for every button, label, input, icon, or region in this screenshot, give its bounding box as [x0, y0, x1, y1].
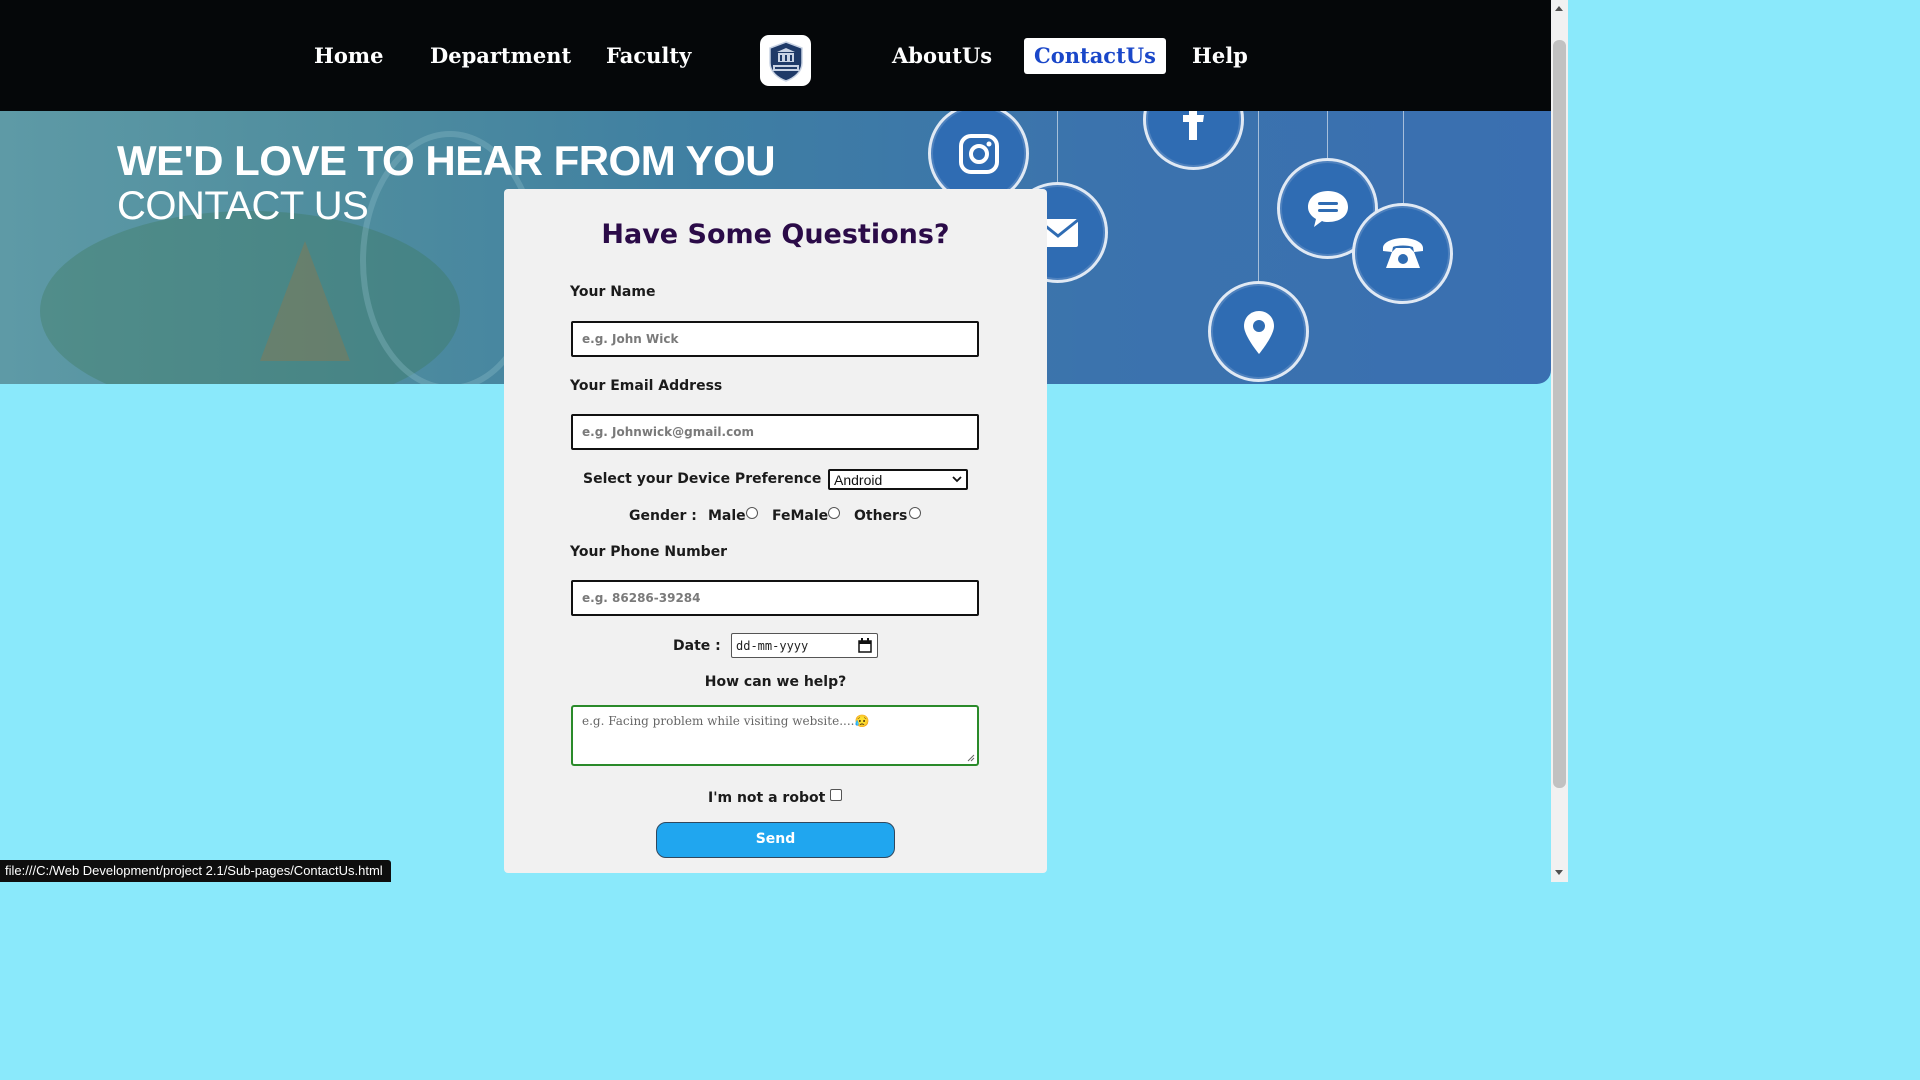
date-input[interactable]: dd-mm-yyyy [731, 633, 878, 658]
email-label: Your Email Address [570, 378, 723, 394]
gender-female-radio[interactable] [828, 507, 840, 519]
nav-faculty[interactable]: Faculty [596, 38, 701, 74]
nav-contactus[interactable]: ContactUs [1024, 38, 1166, 74]
phone-input[interactable] [571, 580, 979, 616]
contact-form: Have Some Questions? Your Name Your Emai… [504, 189, 1047, 873]
gender-label: Gender : [629, 508, 697, 524]
vertical-scrollbar[interactable] [1551, 0, 1568, 882]
scroll-up-icon[interactable] [1555, 6, 1563, 11]
phone-icon[interactable] [1352, 203, 1453, 304]
send-button[interactable]: Send [656, 822, 895, 858]
gender-female-label: FeMale [772, 508, 829, 524]
calendar-icon[interactable] [858, 638, 872, 653]
device-select[interactable]: Android [828, 469, 968, 490]
help-label: How can we help? [704, 674, 847, 690]
form-title: Have Some Questions? [601, 219, 950, 250]
name-input[interactable] [571, 321, 979, 357]
nav-aboutus[interactable]: AboutUs [882, 38, 1002, 74]
hero-subtitle: CONTACT US [117, 184, 369, 228]
hero-title: WE'D LOVE TO HEAR FROM YOU [117, 137, 776, 184]
email-input[interactable] [571, 414, 979, 450]
chevron-down-icon [952, 476, 962, 483]
scroll-down-icon[interactable] [1555, 870, 1563, 875]
nav-department[interactable]: Department [420, 38, 581, 74]
gender-male-radio[interactable] [746, 507, 758, 519]
phone-label: Your Phone Number [570, 544, 728, 560]
date-placeholder: dd-mm-yyyy [736, 638, 809, 653]
gender-male-label: Male [708, 508, 746, 524]
date-label: Date : [673, 638, 721, 654]
resize-handle-icon[interactable] [966, 753, 975, 762]
name-label: Your Name [570, 284, 656, 300]
nav-help[interactable]: Help [1182, 38, 1258, 74]
gender-others-radio[interactable] [909, 507, 921, 519]
help-textarea[interactable]: e.g. Facing problem while visiting websi… [571, 705, 979, 766]
robot-label: I'm not a robot [708, 790, 826, 806]
status-url: file:///C:/Web Development/project 2.1/S… [0, 860, 391, 882]
top-nav: Home Department Faculty AboutUs ContactU… [0, 0, 1551, 111]
device-select-value: Android [834, 471, 883, 488]
help-placeholder: e.g. Facing problem while visiting websi… [582, 714, 870, 728]
location-icon[interactable] [1208, 281, 1309, 382]
nav-home[interactable]: Home [304, 38, 393, 74]
robot-checkbox[interactable] [830, 789, 842, 801]
university-crest-icon[interactable] [760, 35, 811, 86]
gender-others-label: Others [854, 508, 908, 524]
scrollbar-thumb[interactable] [1553, 40, 1566, 788]
device-label: Select your Device Preference [583, 471, 822, 487]
